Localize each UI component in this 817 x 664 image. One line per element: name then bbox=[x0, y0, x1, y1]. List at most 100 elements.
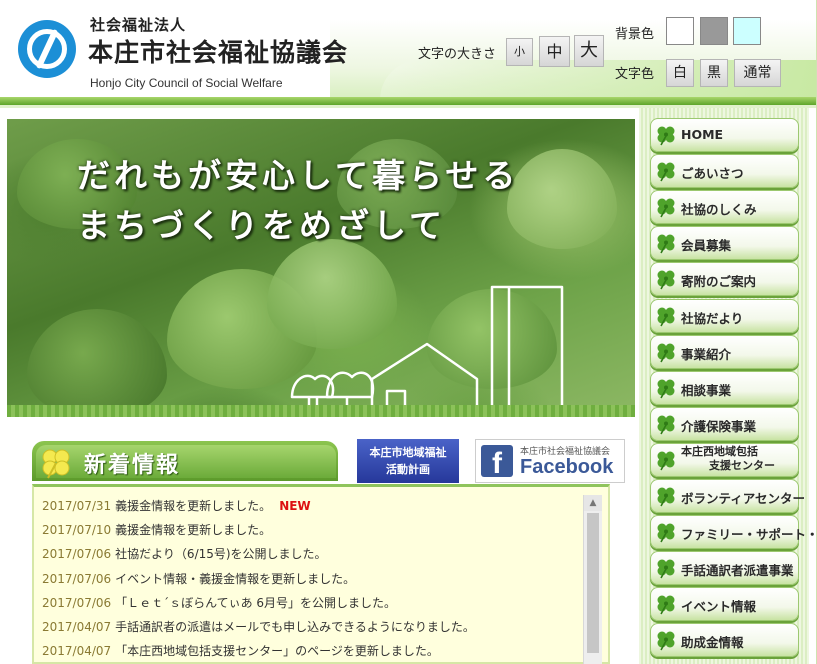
clover-icon bbox=[657, 451, 675, 471]
sidebar-item-label-line2: 支援センター bbox=[709, 458, 775, 472]
page: 社会福祉法人 本庄市社会福祉協議会 Honjo City Council of … bbox=[0, 0, 817, 664]
facebook-icon: f bbox=[481, 445, 513, 477]
facebook-banner-wordmark: Facebook bbox=[520, 456, 614, 478]
clover-icon bbox=[657, 126, 675, 146]
sidebar-item-member-recruitment[interactable]: 会員募集 bbox=[650, 226, 799, 261]
sidebar-item-label: ボランティアセンター bbox=[681, 488, 805, 507]
sidebar-item-council-structure[interactable]: 社協のしくみ bbox=[650, 190, 799, 225]
font-size-medium-button[interactable]: 中 bbox=[539, 36, 570, 67]
sidebar-item-greeting[interactable]: ごあいさつ bbox=[650, 154, 799, 189]
background-gray-swatch[interactable] bbox=[700, 17, 728, 45]
plan-banner-line2: 活動計画 bbox=[386, 463, 430, 476]
sidebar-item-event-info[interactable]: イベント情報 bbox=[650, 587, 799, 622]
clover-icon bbox=[657, 595, 675, 615]
news-text[interactable]: 義援金情報を更新しました。 bbox=[115, 499, 271, 513]
news-text[interactable]: 手話通訳者の派遣はメールでも申し込みできるようになりました。 bbox=[115, 620, 475, 634]
news-text[interactable]: 社協だより（6/15号)を公開しました。 bbox=[115, 547, 326, 561]
sidebar-item-label-line1: 手話通訳者派遣事業 bbox=[681, 563, 794, 579]
sidebar-item-label: 介護保険事業 bbox=[681, 416, 756, 435]
text-color-normal-button[interactable]: 通常 bbox=[734, 59, 781, 87]
background-white-swatch[interactable] bbox=[666, 17, 694, 45]
social-welfare-logo-icon[interactable] bbox=[18, 20, 76, 78]
text-color-label: 文字色 bbox=[615, 67, 655, 82]
sidebar-item-label-line1: HOME bbox=[681, 127, 724, 142]
clover-icon bbox=[42, 449, 70, 479]
clover-icon bbox=[657, 162, 675, 182]
sidebar-item-sign-language-interpreter[interactable]: 手話通訳者派遣事業 bbox=[650, 551, 799, 586]
sidebar-item-label-line1: 介護保険事業 bbox=[681, 418, 757, 434]
news-title: 新着情報 bbox=[84, 453, 181, 478]
sidebar-item-home[interactable]: HOME bbox=[650, 118, 799, 152]
sidebar-item-label: 事業紹介 bbox=[681, 344, 731, 363]
news-item[interactable]: 2017/04/07 「本庄西地域包括支援センター」のページを更新しました。 bbox=[42, 642, 580, 662]
news-item[interactable]: 2017/07/10 義援金情報を更新しました。 bbox=[42, 521, 580, 545]
community-welfare-plan-banner[interactable]: 本庄市地域福祉 活動計画 bbox=[357, 439, 459, 483]
sidebar-item-consultation[interactable]: 相談事業 bbox=[650, 370, 799, 405]
clover-icon bbox=[657, 307, 675, 326]
sidebar-item-care-insurance[interactable]: 介護保険事業 bbox=[650, 406, 799, 441]
clover-icon bbox=[657, 379, 675, 399]
sidebar-item-label: 相談事業 bbox=[681, 380, 731, 399]
sidebar-item-label-line1: 事業紹介 bbox=[681, 346, 732, 362]
news-date: 2017/07/06 bbox=[42, 595, 112, 610]
clover-icon bbox=[657, 270, 675, 290]
news-date: 2017/04/07 bbox=[42, 619, 112, 634]
sidebar-item-label-line1: 寄附のご案内 bbox=[681, 274, 757, 290]
facebook-banner[interactable]: f 本庄市社会福祉協議会 Facebook bbox=[475, 439, 625, 483]
org-name-en: Honjo City Council of Social Welfare bbox=[90, 76, 283, 90]
hero-headline-line1: だれもが安心して暮らせる bbox=[77, 156, 520, 195]
hero-headline-line2: まちづくりをめざして bbox=[77, 206, 447, 245]
sidebar-item-label: 本庄西地域包括 支援センター bbox=[681, 445, 775, 473]
scroll-up-arrow-icon[interactable]: ▲ bbox=[584, 495, 602, 511]
clover-icon bbox=[657, 559, 675, 579]
news-item[interactable]: 2017/07/06 イベント情報・義援金情報を更新しました。 bbox=[42, 570, 580, 594]
sidebar-item-family-support-center[interactable]: ファミリー・サポート・センター bbox=[650, 515, 816, 550]
hero-bottom-border bbox=[7, 405, 635, 417]
clover-icon bbox=[657, 487, 675, 507]
sidebar-item-label-line1: ごあいさつ bbox=[681, 166, 744, 182]
sidebar-item-label: 手話通訳者派遣事業 bbox=[681, 560, 794, 579]
clover-icon bbox=[657, 198, 675, 218]
sidebar-item-volunteer-center[interactable]: ボランティアセンター bbox=[650, 479, 805, 513]
clover-icon bbox=[657, 343, 675, 362]
news-text[interactable]: 義援金情報を更新しました。 bbox=[115, 523, 271, 537]
org-name[interactable]: 本庄市社会福祉協議会 bbox=[88, 33, 348, 69]
news-panel: 2017/07/31 義援金情報を更新しました。 NEW 2017/07/10 義援金… bbox=[32, 484, 610, 664]
plan-banner-line1: 本庄市地域福祉 bbox=[369, 446, 447, 459]
sidebar-item-label-line1: 会員募集 bbox=[681, 238, 732, 254]
sidebar-item-label: 社協のしくみ bbox=[681, 199, 757, 218]
news-item[interactable]: 2017/07/06 「Ｌｅｔ´ｓぼらんてぃあ 6月号」を公開しました。 bbox=[42, 594, 580, 618]
background-cyan-swatch[interactable] bbox=[733, 17, 761, 45]
font-size-large-button[interactable]: 大 bbox=[574, 35, 604, 67]
news-item[interactable]: 2017/07/31 義援金情報を更新しました。 NEW bbox=[42, 497, 580, 521]
sidebar-item-label-line1: 本庄西地域包括 bbox=[681, 444, 758, 458]
sidebar-item-label-line1: ファミリー・サポート・センター bbox=[681, 527, 817, 543]
sidebar-item-label: 会員募集 bbox=[681, 235, 731, 254]
sidebar-item-label-line1: 社協のしくみ bbox=[681, 202, 757, 218]
sidebar-item-donation-info[interactable]: 寄附のご案内 bbox=[650, 262, 799, 297]
org-kind: 社会福祉法人 bbox=[90, 16, 187, 34]
scroll-thumb[interactable] bbox=[587, 513, 599, 653]
sidebar-item-label: HOME bbox=[681, 127, 723, 142]
text-color-white-button[interactable]: 白 bbox=[666, 59, 694, 87]
sidebar-item-community-care-center[interactable]: 本庄西地域包括 支援センター bbox=[650, 442, 799, 477]
sidebar-item-services[interactable]: 事業紹介 bbox=[650, 334, 799, 369]
news-text[interactable]: 「本庄西地域包括支援センター」のページを更新しました。 bbox=[115, 644, 439, 658]
news-text[interactable]: イベント情報・義援金情報を更新しました。 bbox=[115, 572, 355, 586]
clover-icon bbox=[657, 631, 675, 651]
sidebar-item-council-newsletter[interactable]: 社協だより bbox=[650, 298, 799, 333]
news-scrollbar[interactable]: ▲ bbox=[583, 495, 602, 664]
text-color-black-button[interactable]: 黒 bbox=[700, 59, 728, 87]
news-text[interactable]: 「Ｌｅｔ´ｓぼらんてぃあ 6月号」を公開しました。 bbox=[115, 596, 396, 610]
background-color-label: 背景色 bbox=[615, 27, 655, 42]
news-item[interactable]: 2017/04/07 手話通訳者の派遣はメールでも申し込みできるようになりました。 bbox=[42, 618, 580, 642]
sidebar-item-label: 助成金情報 bbox=[681, 632, 744, 651]
news-item[interactable]: 2017/07/06 社協だより（6/15号)を公開しました。 bbox=[42, 545, 580, 569]
news-list: 2017/07/31 義援金情報を更新しました。 NEW 2017/07/10 義援金… bbox=[42, 497, 580, 662]
new-badge: NEW bbox=[279, 499, 311, 513]
sidebar-item-label: ファミリー・サポート・センター bbox=[681, 524, 817, 543]
news-date: 2017/07/31 bbox=[42, 499, 112, 513]
font-size-small-button[interactable]: 小 bbox=[506, 38, 533, 66]
sidebar-item-grant-info[interactable]: 助成金情報 bbox=[650, 623, 799, 658]
sidebar-item-label: イベント情報 bbox=[681, 596, 756, 615]
